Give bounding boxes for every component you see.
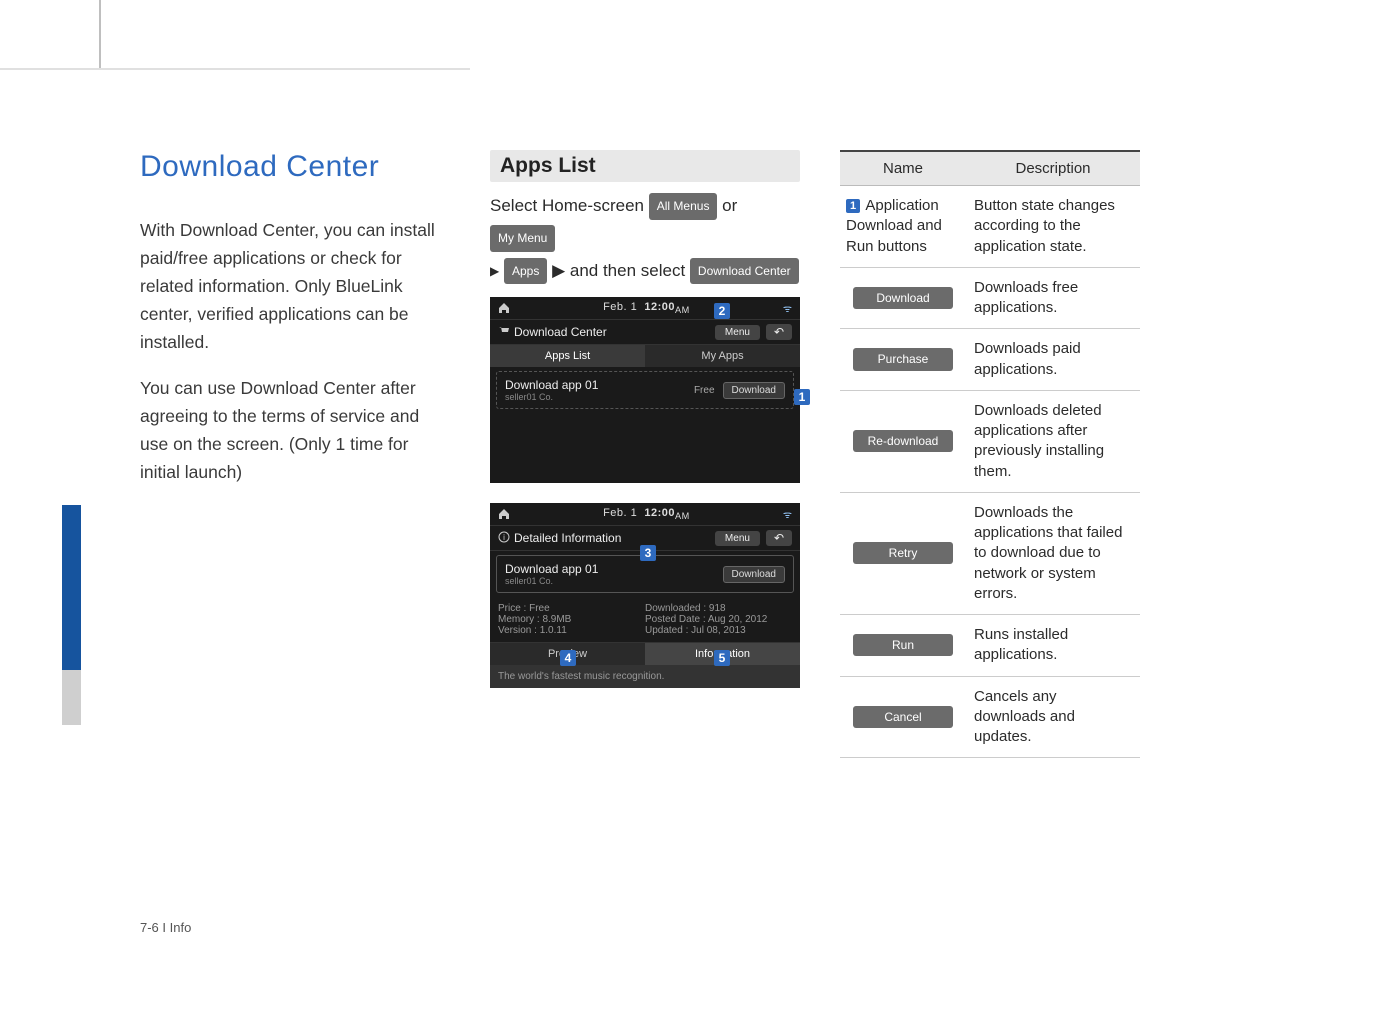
screenshot-apps-list: Feb. 1 12:00AM ᯤ Download Center Menu ↶ … (490, 297, 800, 483)
intro-paragraph-2: You can use Download Center after agreei… (140, 374, 450, 486)
decor-vertical-rule (99, 0, 101, 69)
screen-title: Detailed Information (514, 531, 715, 545)
app-row-seller: seller01 Co. (505, 576, 723, 586)
table-row: Run Runs installed applications. (840, 615, 1140, 677)
table-row: Re-download Downloads deleted applicatio… (840, 390, 1140, 492)
status-time: 12:00 (644, 301, 675, 313)
detail-updated: Updated : Jul 08, 2013 (645, 625, 792, 636)
wifi-icon: ᯤ (783, 507, 792, 521)
tab-my-apps[interactable]: My Apps (645, 345, 800, 367)
status-date: Feb. 1 (603, 301, 637, 313)
btn-retry: Retry (853, 542, 953, 564)
screen-title: Download Center (514, 325, 715, 339)
row-desc: Downloads paid applications. (966, 329, 1140, 391)
row-desc: Cancels any downloads and updates. (966, 676, 1140, 758)
callout-1: 1 (794, 389, 810, 405)
status-date: Feb. 1 (603, 507, 637, 519)
cart-icon (498, 325, 510, 340)
btn-download: Download (853, 287, 953, 309)
column-intro: Download Center With Download Center, yo… (140, 150, 450, 503)
download-button[interactable]: Download (723, 382, 785, 399)
th-desc: Description (966, 151, 1140, 186)
row-desc: Runs installed applications. (966, 615, 1140, 677)
chip-all-menus: All Menus (649, 193, 718, 220)
intro-paragraph-1: With Download Center, you can install pa… (140, 216, 450, 356)
detail-footer: The world's fastest music recognition. (490, 665, 800, 688)
status-clock: Feb. 1 12:00AM (510, 507, 783, 521)
detail-version: Version : 1.0.11 (498, 625, 645, 636)
tab-apps-list[interactable]: Apps List (490, 345, 645, 367)
row-desc: Downloads deleted applications after pre… (966, 390, 1140, 492)
btn-purchase: Purchase (853, 348, 953, 370)
status-clock: Feb. 1 12:00AM (510, 301, 783, 315)
callout-2: 2 (714, 303, 730, 319)
page-title: Download Center (140, 150, 450, 184)
table-row: Retry Downloads the applications that fa… (840, 492, 1140, 614)
home-icon[interactable] (498, 508, 510, 520)
chip-download-center: Download Center (690, 258, 799, 285)
chip-my-menu: My Menu (490, 225, 555, 252)
detail-price: Price : Free (498, 603, 645, 614)
app-row-name: Download app 01 (505, 378, 694, 392)
status-ampm: AM (675, 511, 690, 521)
download-button[interactable]: Download (723, 566, 785, 583)
callout-1-small: 1 (846, 199, 860, 213)
btn-redownload: Re-download (853, 430, 953, 452)
table-row: 1 Application Download and Run buttons B… (840, 186, 1140, 268)
app-row-price: Free (694, 385, 715, 396)
callout-5: 5 (714, 650, 730, 666)
column-screenshots: Apps List Select Home-screen All Menus o… (490, 150, 800, 688)
btn-cancel: Cancel (853, 706, 953, 728)
callout-4: 4 (560, 650, 576, 666)
back-button[interactable]: ↶ (766, 530, 792, 546)
detail-posted: Posted Date : Aug 20, 2012 (645, 614, 792, 625)
callout-3: 3 (640, 545, 656, 561)
nav-or: or (722, 196, 737, 215)
nav-instructions: Select Home-screen All Menus or My Menu … (490, 190, 800, 287)
status-ampm: AM (675, 305, 690, 315)
home-icon[interactable] (498, 302, 510, 314)
info-icon: i (498, 531, 510, 546)
decor-gray-tab (62, 670, 81, 725)
nav-prefix: Select Home-screen (490, 196, 644, 215)
row-desc: Downloads the applications that failed t… (966, 492, 1140, 614)
button-state-table: Name Description 1 Application Download … (840, 150, 1140, 758)
page-number: 7-6 I Info (140, 920, 191, 935)
table-row: Cancel Cancels any downloads and updates… (840, 676, 1140, 758)
arrow-icon: ▶ (490, 260, 499, 283)
decor-horizontal-rule (0, 68, 470, 70)
svg-text:i: i (503, 533, 505, 542)
app-row-seller: seller01 Co. (505, 392, 694, 402)
column-table: Name Description 1 Application Download … (840, 150, 1150, 758)
row1-name-cell: 1 Application Download and Run buttons (840, 186, 966, 268)
menu-button[interactable]: Menu (715, 325, 760, 340)
detail-memory: Memory : 8.9MB (498, 614, 645, 625)
back-button[interactable]: ↶ (766, 324, 792, 340)
detail-downloaded: Downloaded : 918 (645, 603, 792, 614)
th-name: Name (840, 151, 966, 186)
chip-apps: Apps (504, 258, 547, 285)
blank-area (490, 413, 800, 483)
btn-run: Run (853, 634, 953, 656)
menu-button[interactable]: Menu (715, 531, 760, 546)
app-row-name: Download app 01 (505, 562, 723, 576)
row-desc: Downloads free applications. (966, 267, 1140, 329)
wifi-icon: ᯤ (783, 301, 792, 315)
nav-mid: ▶ and then select (552, 261, 685, 280)
status-time: 12:00 (644, 507, 675, 519)
screenshot-detail: Feb. 1 12:00AM ᯤ i Detailed Information … (490, 503, 800, 688)
row1-desc: Button state changes according to the ap… (966, 186, 1140, 268)
table-row: Download Downloads free applications. (840, 267, 1140, 329)
table-row: Purchase Downloads paid applications. (840, 329, 1140, 391)
decor-blue-tab (62, 505, 81, 670)
app-row[interactable]: Download app 01 seller01 Co. Free Downlo… (496, 371, 794, 409)
row1-name-text: Application Download and Run buttons (846, 197, 942, 255)
section-heading: Apps List (490, 150, 800, 182)
